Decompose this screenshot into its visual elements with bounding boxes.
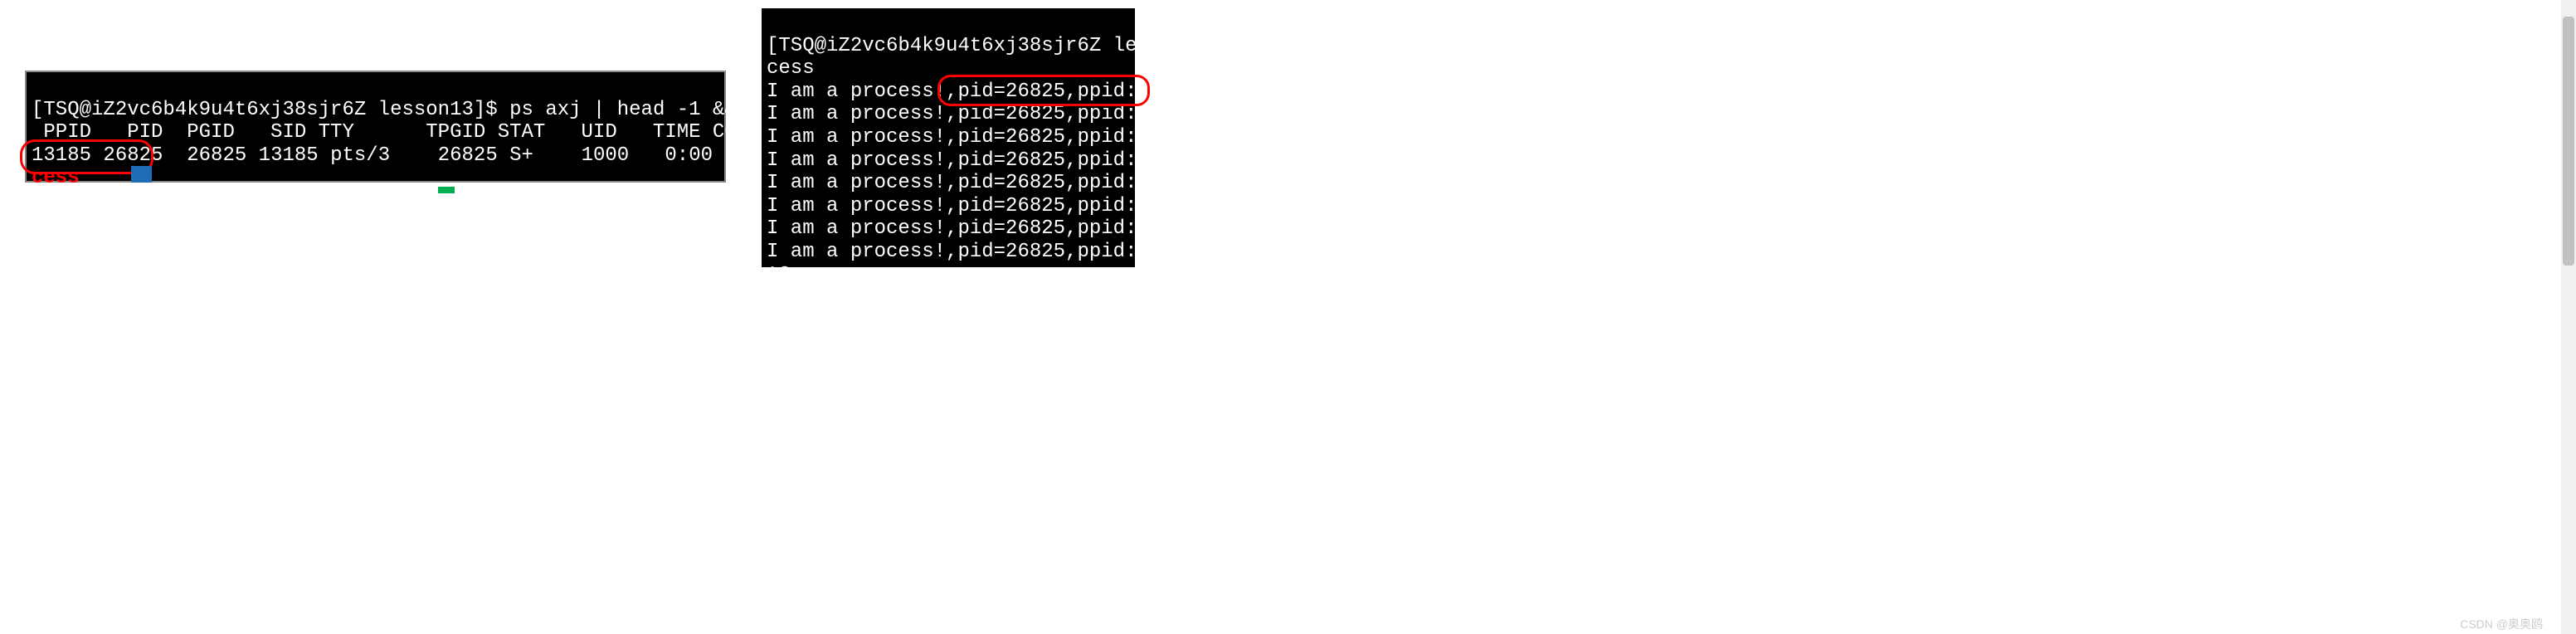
interrupt-signal: ^C — [767, 264, 791, 286]
ps-headers: PPID PID PGID SID TTY TPGID STAT UID TIM… — [32, 121, 796, 144]
page-scrollbar[interactable] — [2561, 0, 2576, 634]
terminal-left[interactable]: [TSQ@iZ2vc6b4k9u4t6xj38sjr6Z lesson13]$ … — [25, 71, 726, 183]
watermark: CSDN @奥奥鸥 — [2460, 616, 2543, 632]
prompt-left: [TSQ@iZ2vc6b4k9u4t6xj38sjr6Z lesson13]$ — [32, 99, 498, 121]
terminal-right[interactable]: [TSQ@iZ2vc6b4k9u4t6xj38sjr6Z lesson13]$ … — [762, 8, 1135, 267]
output-block: I am a process!,pid=26825,ppid:13185 I a… — [767, 80, 1196, 263]
scrollbar-thumb[interactable] — [2563, 17, 2574, 266]
decoration-green — [438, 187, 455, 193]
prompt-right: [TSQ@iZ2vc6b4k9u4t6xj38sjr6Z lesson13]$ — [767, 35, 1233, 57]
decoration-blue — [131, 166, 152, 183]
